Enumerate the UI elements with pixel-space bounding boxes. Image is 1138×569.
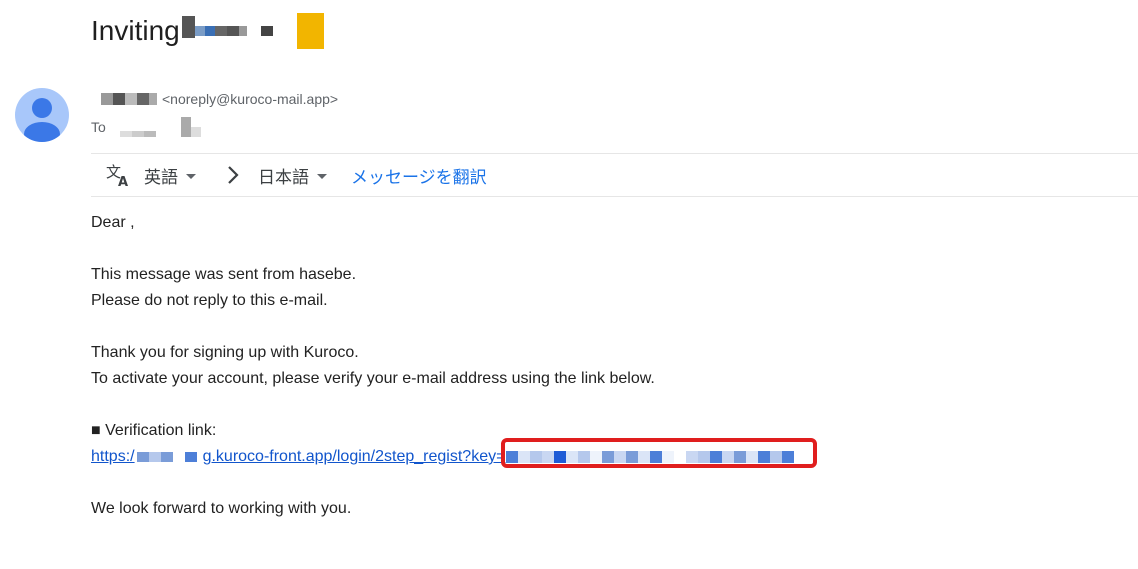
verification-link-prefix[interactable]: https:/	[91, 444, 135, 470]
redacted-link-domain[interactable]	[136, 452, 197, 462]
source-language-label: 英語	[144, 167, 178, 187]
redacted-verification-key[interactable]	[501, 438, 818, 468]
body-line-thank-you: Thank you for signing up with Kuroco.	[91, 344, 359, 361]
recipient-line: To	[91, 117, 201, 137]
chevron-right-icon	[226, 165, 240, 185]
email-body: Dear , This message was sent from hasebe…	[91, 210, 818, 522]
sender-line: <noreply@kuroco-mail.app>	[101, 91, 338, 107]
redacted-subject	[181, 13, 324, 49]
greeting: Dear ,	[91, 214, 135, 231]
sender-avatar[interactable]	[15, 88, 69, 142]
verification-link[interactable]: https:/ g.kuroco-front.app/login/2step_r…	[91, 438, 818, 470]
red-highlight-box	[501, 438, 818, 468]
translate-icon: 文 A	[105, 162, 131, 188]
to-label: To	[91, 119, 106, 135]
body-line-no-reply: Please do not reply to this e-mail.	[91, 292, 328, 309]
translate-bar: 文 A 英語 日本語 メッセージを翻訳	[91, 153, 1138, 197]
sender-email: <noreply@kuroco-mail.app>	[162, 91, 339, 107]
caret-down-icon	[317, 173, 327, 179]
svg-text:A: A	[118, 175, 128, 188]
source-language-dropdown[interactable]: 英語	[144, 163, 196, 188]
body-line-sent-from: This message was sent from hasebe.	[91, 266, 357, 283]
redacted-sender-name[interactable]	[101, 93, 157, 105]
target-language-dropdown[interactable]: 日本語	[258, 163, 327, 188]
target-language-label: 日本語	[258, 167, 309, 187]
closing-line: We look forward to working with you.	[91, 500, 352, 517]
subject-text: Inviting	[91, 15, 180, 46]
verification-link-path[interactable]: g.kuroco-front.app/login/2step_regist?ke…	[203, 444, 506, 470]
body-line-activate: To activate your account, please verify …	[91, 370, 655, 387]
translate-message-link[interactable]: メッセージを翻訳	[351, 163, 487, 188]
email-subject: Inviting	[91, 12, 324, 50]
caret-down-icon	[186, 173, 196, 179]
redacted-recipient[interactable]	[119, 117, 201, 137]
person-icon	[24, 98, 60, 142]
